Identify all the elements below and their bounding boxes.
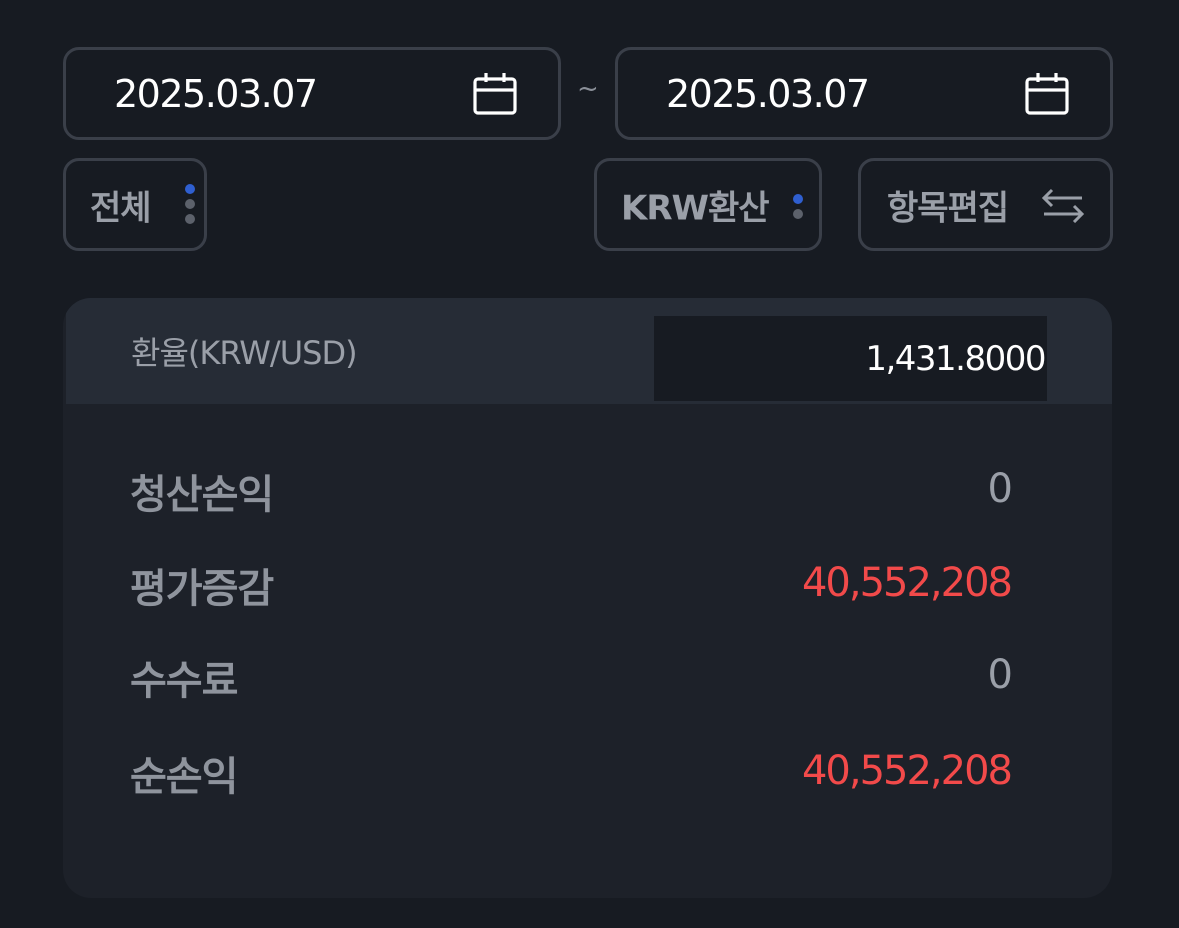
valuation-change-value: 40,552,208 [801,560,1013,606]
calendar-icon[interactable] [472,71,518,117]
end-date-field[interactable]: 2025.03.07 [615,47,1113,140]
krw-conversion-button[interactable]: KRW환산 [594,158,822,251]
valuation-change-label: 평가증감 [130,566,274,612]
calendar-icon[interactable] [1024,71,1070,117]
date-range-separator: ~ [577,74,599,104]
end-date-value: 2025.03.07 [666,71,870,116]
net-profit-value: 40,552,208 [801,748,1013,794]
net-profit-label: 순손익 [130,754,238,800]
exchange-rate-row: 환율(KRW/USD) 1,431.8000 [66,298,1112,404]
start-date-field[interactable]: 2025.03.07 [63,47,561,140]
edit-items-label: 항목편집 [887,188,1009,228]
krw-conversion-label: KRW환산 [621,188,770,228]
account-filter-button[interactable]: 전체 [63,158,207,251]
profit-summary-panel: 환율(KRW/USD) 1,431.8000 청산손익 0 평가증감 40,55… [63,298,1112,898]
settlement-profit-label: 청산손익 [130,472,274,518]
net-profit-row: 순손익 40,552,208 [63,744,1112,804]
valuation-change-row: 평가증감 40,552,208 [63,556,1112,616]
edit-items-button[interactable]: 항목편집 [858,158,1113,251]
settlement-profit-row: 청산손익 0 [63,462,1112,522]
start-date-value: 2025.03.07 [114,71,318,116]
exchange-rate-label: 환율(KRW/USD) [131,334,358,372]
settlement-profit-value: 0 [987,466,1013,512]
vertical-dots-icon [185,184,195,229]
exchange-rate-input[interactable]: 1,431.8000 [654,316,1047,401]
commission-row: 수수료 0 [63,648,1112,708]
swap-arrows-icon [1041,188,1085,223]
commission-label: 수수료 [130,658,238,704]
vertical-dots-icon [793,194,803,224]
account-filter-label: 전체 [90,188,152,228]
commission-value: 0 [987,652,1013,698]
